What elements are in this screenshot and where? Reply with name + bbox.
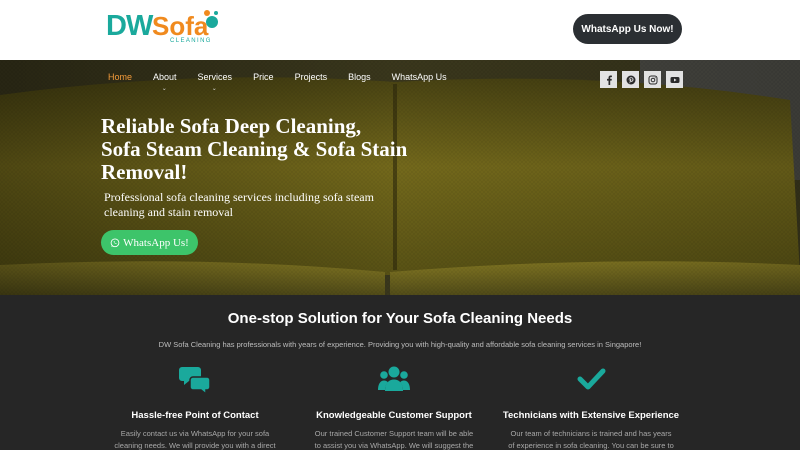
- nav-item-label: Price: [253, 72, 274, 82]
- section-subtitle: DW Sofa Cleaning has professionals with …: [158, 340, 642, 349]
- nav-item-label: Projects: [294, 72, 328, 82]
- feature-title: Technicians with Extensive Experience: [502, 410, 680, 421]
- hero-title: Reliable Sofa Deep Cleaning, Sofa Steam …: [101, 114, 408, 184]
- instagram-icon: [648, 75, 657, 84]
- features-section: One-stop Solution for Your Sofa Cleaning…: [0, 295, 800, 450]
- nav-item-label: About: [153, 72, 177, 82]
- chevron-down-icon: ⌄: [211, 86, 217, 92]
- nav-item-label: Home: [108, 72, 133, 82]
- youtube-link[interactable]: [666, 71, 683, 88]
- section-title: One-stop Solution for Your Sofa Cleaning…: [227, 310, 573, 327]
- feature-description: Easily contact us via WhatsApp for your …: [114, 429, 276, 450]
- chevron-down-icon: ⌄: [161, 86, 167, 92]
- whatsapp-us-now-button[interactable]: WhatsApp Us Now!: [573, 14, 682, 44]
- feature-description: Our team of technicians is trained and h…: [508, 429, 674, 450]
- instagram-link[interactable]: [644, 71, 661, 88]
- feature-title: Knowledgeable Customer Support: [316, 410, 472, 421]
- feature-description: Our trained Customer Support team will b…: [314, 429, 474, 450]
- checkmark-icon: [577, 368, 606, 390]
- whatsapp-icon: [110, 237, 120, 247]
- facebook-icon: [606, 75, 612, 85]
- nav-item-about[interactable]: About ⌄: [153, 72, 177, 92]
- feature-title: Hassle-free Point of Contact: [131, 410, 259, 421]
- nav-item-services[interactable]: Services ⌄: [198, 72, 233, 92]
- facebook-link[interactable]: [600, 71, 617, 88]
- logo-text-sofa: Sofa: [152, 11, 209, 41]
- youtube-icon: [670, 76, 679, 83]
- pinterest-icon: [626, 75, 635, 84]
- social-links: [600, 71, 688, 88]
- nav-item-projects[interactable]: Projects: [295, 72, 328, 92]
- site-header: DW Sofa CLEANING WhatsApp Us Now!: [0, 0, 800, 60]
- hero-subtitle: Professional sofa cleaning services incl…: [104, 190, 374, 219]
- nav-item-home[interactable]: Home: [108, 72, 132, 92]
- nav-item-price[interactable]: Price: [253, 72, 274, 92]
- pinterest-link[interactable]: [622, 71, 639, 88]
- nav-item-blogs[interactable]: Blogs: [348, 72, 371, 92]
- bubbles-icon: [204, 10, 218, 28]
- nav-item-label: WhatsApp Us: [391, 72, 447, 82]
- hero-section: Home About ⌄ Services ⌄ Price Projects Blo…: [0, 60, 800, 295]
- logo-text-dw: DW: [106, 10, 153, 42]
- customer-support-group-icon: [378, 366, 410, 391]
- chat-bubbles-icon: [179, 367, 211, 395]
- nav-item-whatsapp-us[interactable]: WhatsApp Us: [392, 72, 447, 92]
- whatsapp-us-button-label: WhatsApp Us!: [123, 236, 189, 249]
- whatsapp-us-button[interactable]: WhatsApp Us!: [101, 230, 198, 255]
- nav-item-label: Blogs: [348, 72, 371, 82]
- main-navigation: Home About ⌄ Services ⌄ Price Projects Blo…: [108, 72, 468, 92]
- nav-item-label: Services: [197, 72, 233, 82]
- logo-tagline: CLEANING: [170, 38, 212, 44]
- site-logo[interactable]: DW Sofa CLEANING: [106, 8, 226, 48]
